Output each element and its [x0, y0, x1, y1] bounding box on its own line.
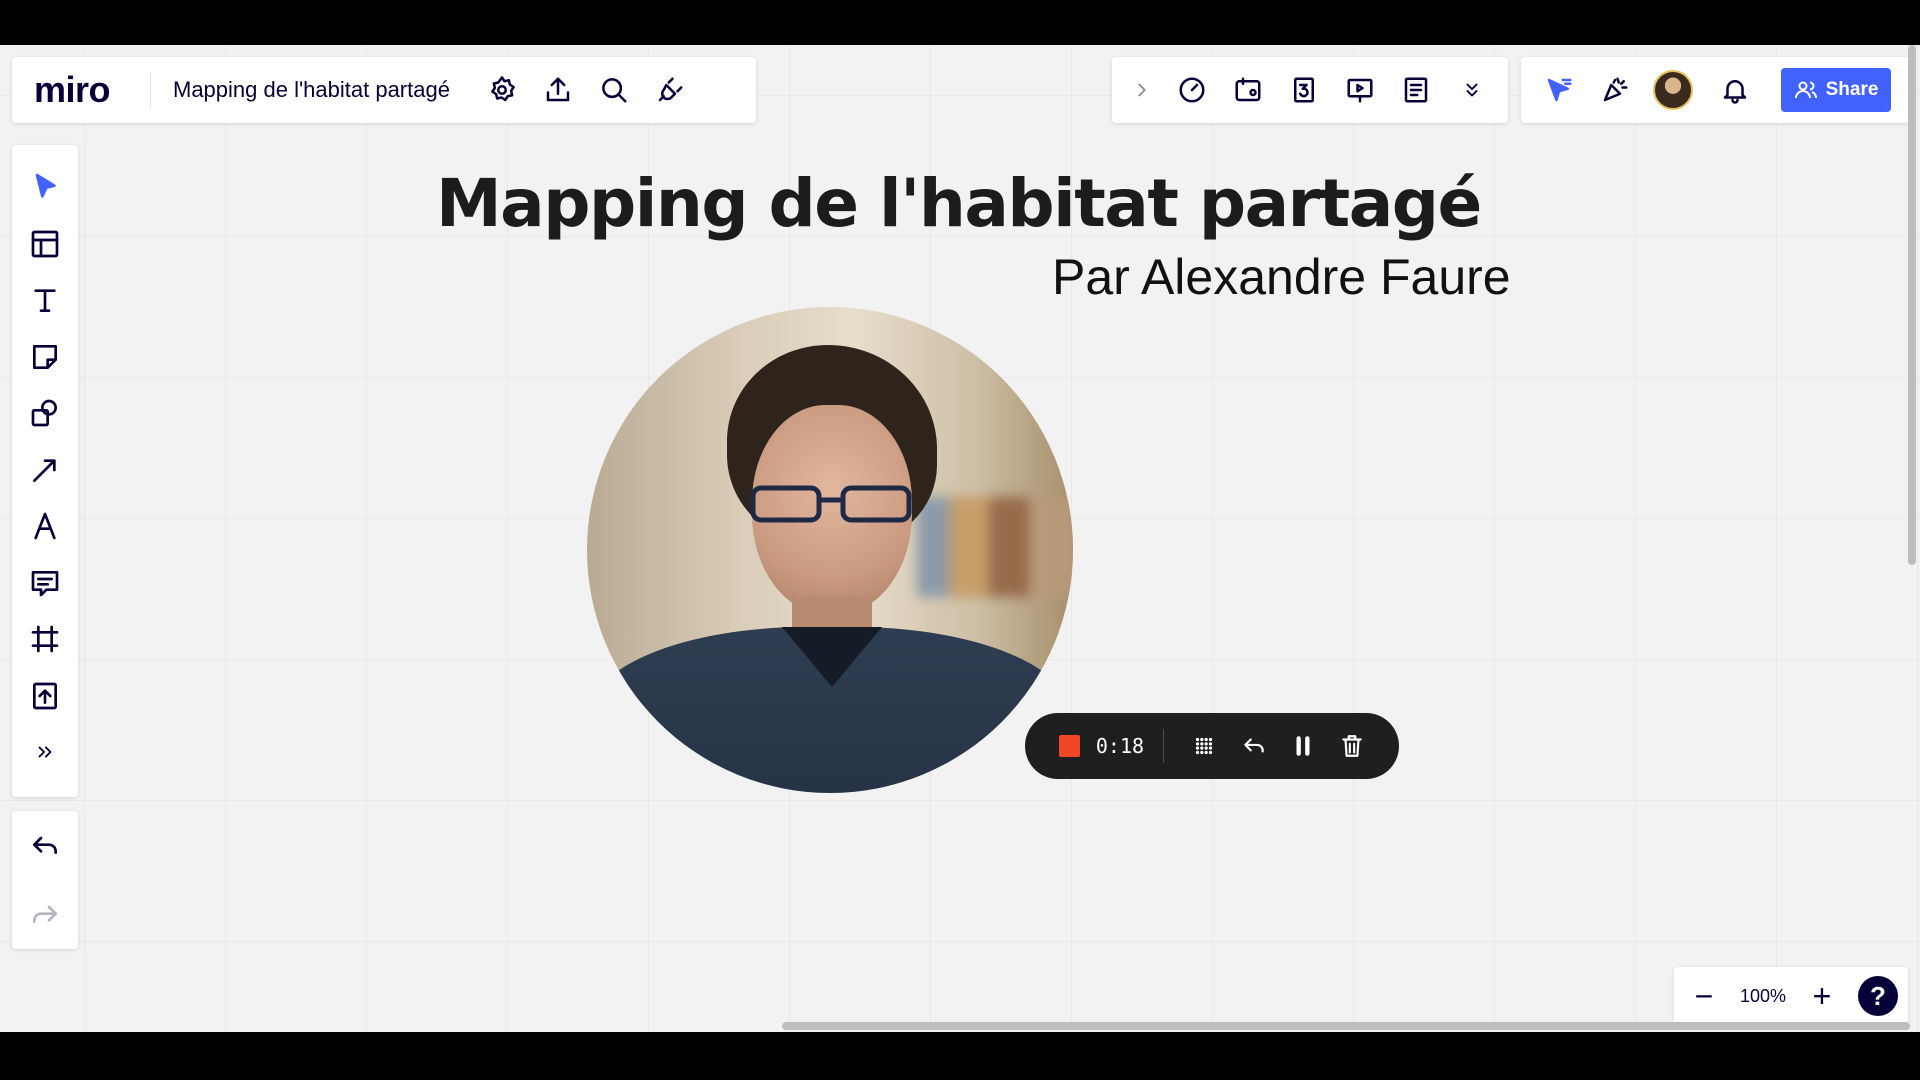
- users-icon: [1794, 81, 1817, 99]
- upload-icon: [546, 77, 570, 102]
- shapes-icon: [31, 399, 57, 427]
- share-label: Share: [1825, 79, 1879, 100]
- divider: [1162, 729, 1164, 763]
- avatar[interactable]: [1653, 70, 1693, 110]
- sticky-note-icon: [33, 344, 57, 369]
- recording-timer: 0:18: [1095, 734, 1145, 758]
- vertical-scrollbar[interactable]: [1908, 45, 1916, 565]
- undo-icon: [33, 836, 57, 854]
- text-icon: [34, 289, 56, 313]
- presentation-button[interactable]: [1332, 62, 1388, 118]
- search-button[interactable]: [586, 62, 642, 118]
- share-panel: Share: [1521, 57, 1909, 123]
- restart-recording-button[interactable]: [1229, 720, 1278, 772]
- presenter-video-bubble[interactable]: [587, 307, 1073, 793]
- undo-redo-panel: [12, 811, 78, 949]
- frame-icon: [31, 625, 59, 653]
- notifications-button[interactable]: [1707, 62, 1763, 118]
- search-icon: [602, 78, 627, 103]
- timer-button[interactable]: [1164, 62, 1220, 118]
- stop-recording-button[interactable]: [1059, 735, 1080, 757]
- redo-icon: [33, 905, 57, 923]
- frame-tool[interactable]: [17, 611, 73, 668]
- recording-controls: 0:18: [1025, 713, 1399, 779]
- undo-button[interactable]: [17, 817, 73, 874]
- gear-icon: [491, 76, 515, 102]
- undo-icon: [1243, 738, 1264, 753]
- templates-tool[interactable]: [17, 216, 73, 273]
- grid-layout-button[interactable]: [1180, 720, 1229, 772]
- double-chevron-down-icon: [1466, 83, 1478, 97]
- shapes-tool[interactable]: [17, 385, 73, 442]
- miro-logo[interactable]: miro: [12, 69, 150, 111]
- countdown-button[interactable]: [1276, 62, 1332, 118]
- letterbox-top: [0, 0, 1920, 45]
- notes-icon: [1404, 77, 1428, 103]
- video-shelf: [917, 497, 1073, 597]
- more-tools-icon: [38, 746, 52, 758]
- timer-icon: [1179, 77, 1205, 103]
- expand-tools-button[interactable]: [1120, 62, 1164, 118]
- trash-icon: [1342, 735, 1363, 757]
- share-button[interactable]: Share: [1781, 68, 1891, 112]
- more-tools-button[interactable]: [17, 724, 73, 781]
- reactions-button[interactable]: [1587, 62, 1643, 118]
- select-icon: [35, 173, 56, 198]
- letterbox-bottom: [0, 1032, 1920, 1080]
- pause-recording-button[interactable]: [1278, 720, 1327, 772]
- board-canvas[interactable]: miro Mapping de l'habitat partagé Share …: [0, 45, 1920, 1032]
- celebrate-icon: [1603, 77, 1628, 102]
- pen-tool[interactable]: [17, 498, 73, 555]
- pause-icon: [1296, 736, 1310, 756]
- card-icon: [1235, 77, 1261, 102]
- comment-tool[interactable]: [17, 555, 73, 612]
- presentation-icon: [1347, 78, 1373, 103]
- pen-icon: [34, 512, 56, 540]
- templates-icon: [31, 230, 59, 258]
- board-settings-button[interactable]: [474, 62, 530, 118]
- chevron-right-icon: [1138, 83, 1146, 97]
- zoom-out-button[interactable]: −: [1684, 976, 1724, 1016]
- collaboration-tools-panel: [1112, 57, 1508, 123]
- zoom-controls: − 100% + ?: [1674, 967, 1908, 1025]
- export-button[interactable]: [530, 62, 586, 118]
- more-collab-tools-button[interactable]: [1444, 62, 1500, 118]
- presenter-glasses: [750, 485, 912, 523]
- arrow-line-icon: [33, 459, 56, 482]
- redo-button[interactable]: [17, 886, 73, 943]
- dots-grid-icon: [1196, 737, 1213, 755]
- delete-recording-button[interactable]: [1328, 720, 1377, 772]
- card-button[interactable]: [1220, 62, 1276, 118]
- zoom-in-button[interactable]: +: [1802, 976, 1842, 1016]
- cursor-filter-button[interactable]: [1531, 62, 1587, 118]
- upload-tool[interactable]: [17, 668, 73, 725]
- zoom-level[interactable]: 100%: [1740, 986, 1786, 1007]
- cursor-filter-icon: [1547, 78, 1572, 102]
- horizontal-scrollbar[interactable]: [782, 1022, 1910, 1030]
- board-main-title[interactable]: Mapping de l'habitat partagé: [436, 165, 1482, 242]
- connection-line-tool[interactable]: [17, 442, 73, 499]
- board-name[interactable]: Mapping de l'habitat partagé: [151, 77, 474, 103]
- board-header-panel: miro Mapping de l'habitat partagé: [12, 57, 756, 123]
- comment-icon: [31, 570, 59, 597]
- plug-icon: [658, 77, 683, 102]
- creation-toolbar: [12, 145, 78, 797]
- sticky-note-tool[interactable]: [17, 329, 73, 386]
- notes-button[interactable]: [1388, 62, 1444, 118]
- apps-button[interactable]: [642, 62, 698, 118]
- help-button[interactable]: ?: [1858, 976, 1898, 1016]
- board-subtitle[interactable]: Par Alexandre Faure: [1052, 248, 1511, 306]
- bell-icon: [1723, 80, 1747, 104]
- text-tool[interactable]: [17, 272, 73, 329]
- countdown-icon: [1294, 77, 1314, 103]
- upload-icon: [33, 682, 57, 710]
- select-tool[interactable]: [17, 159, 73, 216]
